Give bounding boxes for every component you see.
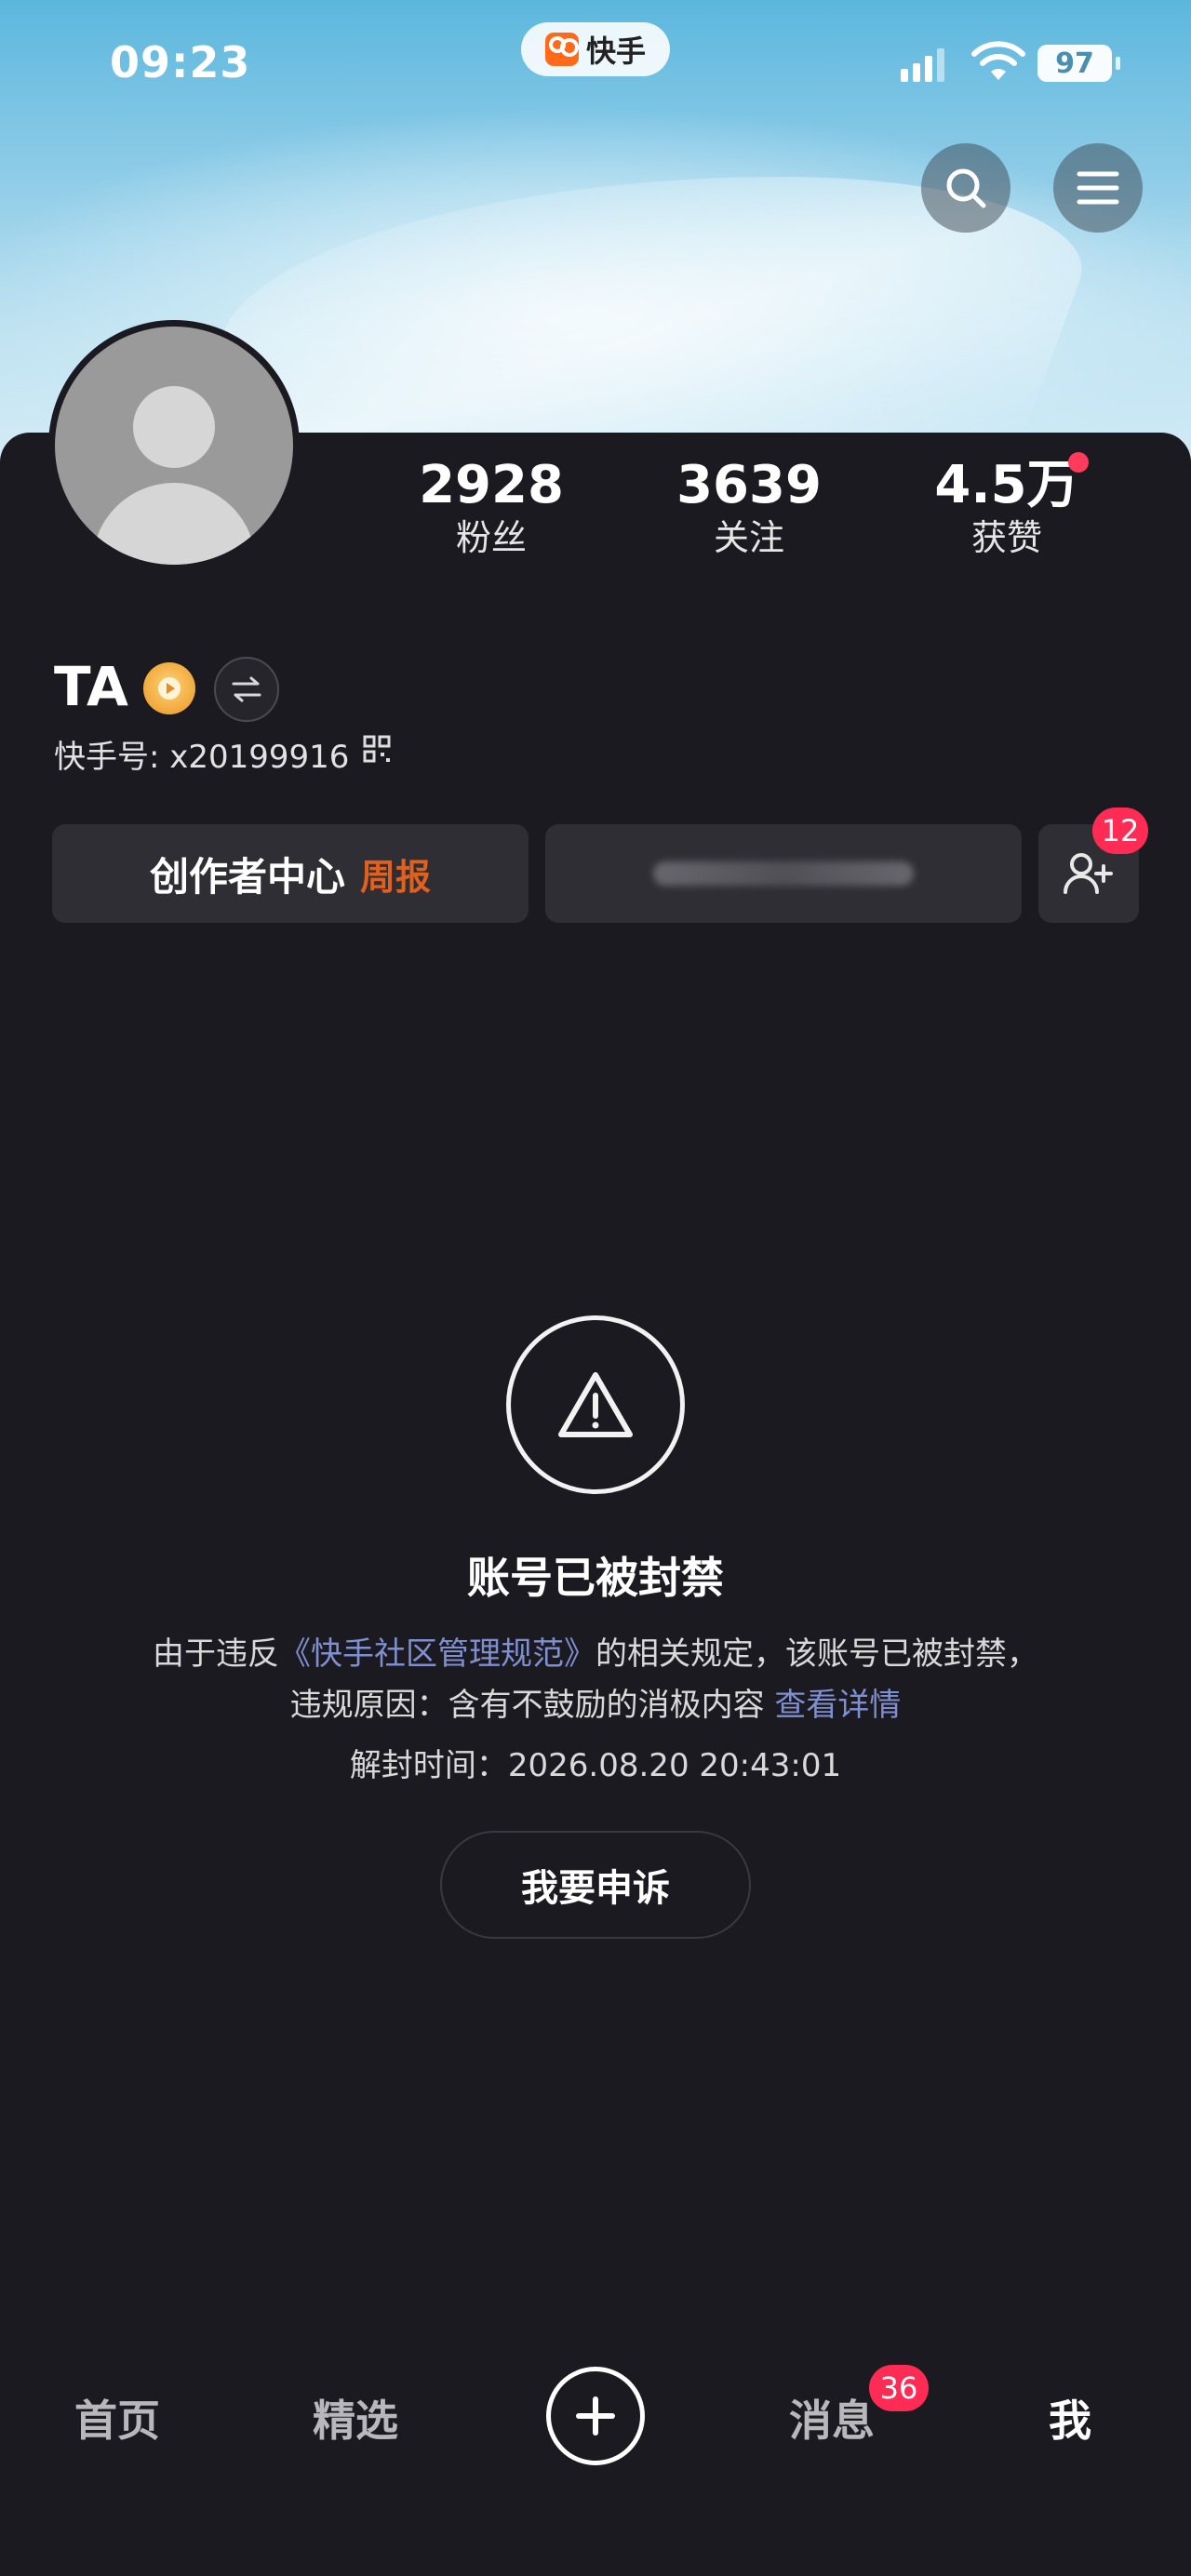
followers-label: 粉丝 (455, 517, 527, 558)
likes-notification-dot (1068, 452, 1089, 473)
qr-code-icon[interactable] (363, 735, 391, 763)
friend-request-badge: 12 (1092, 808, 1148, 854)
kuaishou-logo-icon (544, 33, 579, 66)
messages-badge: 36 (869, 2365, 929, 2411)
blurred-label (653, 861, 914, 886)
battery-indicator: 97 (1037, 45, 1120, 82)
community-guidelines-link[interactable]: 《快手社区管理规范》 (279, 1635, 596, 1673)
nav-me[interactable]: 我 (1049, 2387, 1091, 2449)
following-label: 关注 (713, 517, 784, 558)
search-button[interactable] (921, 143, 1010, 233)
ban-text: 由于违反 (153, 1635, 279, 1673)
nav-featured[interactable]: 精选 (313, 2387, 398, 2449)
nav-home[interactable]: 首页 (74, 2387, 160, 2449)
warning-circle (506, 1315, 685, 1494)
following-count: 3639 (676, 455, 822, 515)
stat-following[interactable]: 3639 关注 (656, 456, 842, 560)
stat-likes[interactable]: 4.5万 获赞 (914, 456, 1100, 560)
followers-count: 2928 (419, 455, 564, 515)
ban-text: 的相关规定，该账号已被封禁， (596, 1635, 1038, 1673)
nav-messages[interactable]: 消息 (789, 2387, 875, 2449)
create-post-button[interactable] (546, 2367, 645, 2465)
appeal-button[interactable]: 我要申诉 (440, 1831, 751, 1939)
hamburger-menu-icon (1077, 171, 1119, 205)
likes-label: 获赞 (970, 517, 1042, 558)
default-avatar-icon (55, 327, 293, 565)
switch-account-button[interactable] (214, 657, 279, 722)
app-indicator-pill: 快手 (521, 22, 670, 76)
status-time: 09:23 (110, 37, 251, 87)
account-id: 快手号: x20199916 (54, 739, 350, 776)
stat-followers[interactable]: 2928 粉丝 (398, 456, 584, 560)
ban-reason-line: 由于违反《快手社区管理规范》的相关规定，该账号已被封禁， (0, 1628, 1191, 1674)
creator-center-label: 创作者中心 (149, 853, 345, 900)
avatar[interactable] (48, 320, 300, 571)
menu-button[interactable] (1053, 143, 1143, 233)
creator-center-button[interactable]: 创作者中心 周报 (52, 824, 529, 923)
view-details-link[interactable]: 查看详情 (774, 1687, 901, 1724)
unban-time: 解封时间：2026.08.20 20:43:01 (349, 1747, 842, 1784)
ban-title: 账号已被封禁 (467, 1553, 724, 1603)
wifi-icon (971, 41, 1025, 80)
creator-badge-icon[interactable] (143, 662, 195, 714)
violation-reason: 违规原因：含有不鼓励的消极内容 (289, 1687, 775, 1724)
app-name: 快手 (585, 33, 646, 69)
add-friend-icon (1064, 853, 1113, 894)
switch-arrows-icon (232, 676, 261, 702)
blurred-action-button[interactable] (545, 824, 1022, 923)
plus-icon (576, 2396, 615, 2436)
cellular-signal-icon (901, 47, 944, 82)
weekly-report-tag: 周报 (360, 856, 432, 898)
username: TA (54, 655, 128, 718)
warning-icon (558, 1372, 633, 1437)
search-icon (946, 168, 986, 208)
violation-reason-line: 违规原因：含有不鼓励的消极内容 查看详情 (0, 1679, 1191, 1725)
